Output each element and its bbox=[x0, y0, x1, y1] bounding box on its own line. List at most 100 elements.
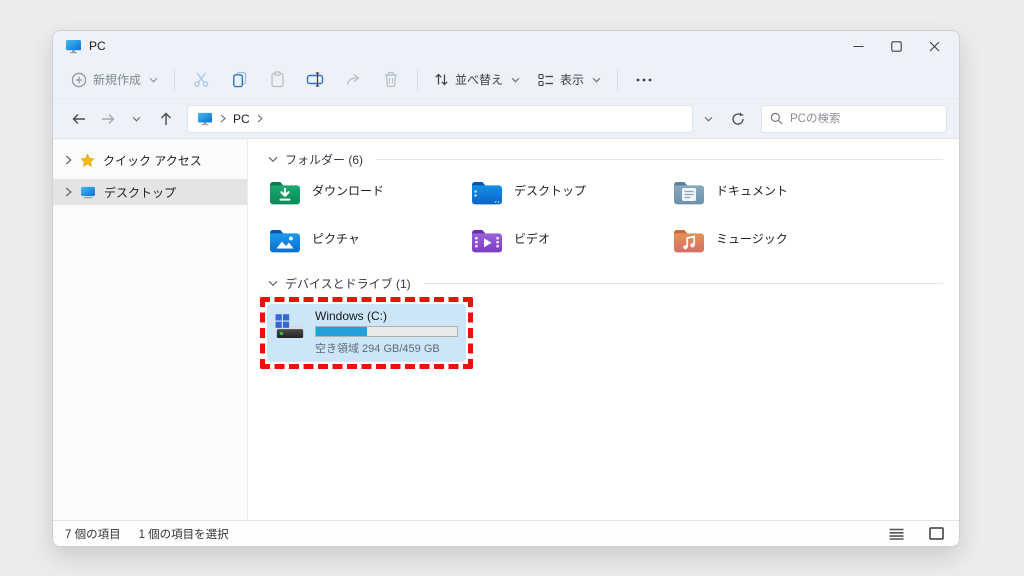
sort-button-label: 並べ替え bbox=[455, 71, 503, 88]
arrow-left-icon bbox=[71, 111, 87, 127]
pc-monitor-icon bbox=[65, 39, 82, 54]
rename-button[interactable] bbox=[297, 65, 333, 95]
maximize-button[interactable] bbox=[877, 32, 915, 60]
window-title: PC bbox=[89, 39, 106, 53]
chevron-down-icon bbox=[149, 77, 158, 83]
toolbar-divider bbox=[174, 70, 175, 90]
annotation-red-dashed-box: Windows (C:) 空き領域 294 GB/459 GB bbox=[260, 297, 473, 369]
arrow-up-icon bbox=[158, 111, 174, 127]
drive-name: Windows (C:) bbox=[315, 309, 458, 324]
folder-name: ドキュメント bbox=[716, 182, 788, 199]
folders-grid: ダウンロード デスクトップ bbox=[268, 179, 943, 261]
refresh-button[interactable] bbox=[724, 105, 751, 133]
more-options-button[interactable] bbox=[626, 65, 662, 95]
chevron-down-icon bbox=[704, 116, 713, 122]
copy-button[interactable] bbox=[221, 65, 257, 95]
copy-icon bbox=[231, 71, 248, 88]
search-field-container[interactable] bbox=[761, 105, 947, 133]
explorer-window: PC 新規作成 bbox=[52, 30, 960, 547]
trash-icon bbox=[383, 71, 399, 88]
item-count: 7 個の項目 bbox=[65, 526, 121, 542]
paste-button[interactable] bbox=[259, 65, 295, 95]
plus-circle-icon bbox=[71, 72, 87, 88]
details-view-icon bbox=[889, 528, 904, 540]
search-input[interactable] bbox=[790, 113, 920, 125]
music-folder-icon bbox=[672, 227, 706, 255]
view-button-label: 表示 bbox=[560, 71, 584, 88]
sidebar-item-quick-access[interactable]: クイック アクセス bbox=[53, 147, 247, 173]
paste-icon bbox=[269, 71, 286, 88]
star-icon bbox=[80, 153, 95, 168]
chevron-down-icon bbox=[511, 77, 520, 83]
documents-folder-icon bbox=[672, 179, 706, 207]
large-icons-view-toggle[interactable] bbox=[925, 524, 947, 544]
section-divider bbox=[424, 283, 943, 284]
pictures-folder-icon bbox=[268, 227, 302, 255]
chevron-down-icon bbox=[132, 116, 141, 122]
address-dropdown-button[interactable] bbox=[695, 105, 722, 133]
minimize-button[interactable] bbox=[839, 32, 877, 60]
large-icons-view-icon bbox=[929, 527, 944, 540]
chevron-right-icon[interactable] bbox=[65, 187, 72, 197]
pc-monitor-icon[interactable] bbox=[197, 112, 213, 126]
folder-tile-pictures[interactable]: ピクチャ bbox=[268, 227, 470, 261]
desktop-folder-icon bbox=[470, 179, 504, 207]
delete-button[interactable] bbox=[373, 65, 409, 95]
downloads-folder-icon bbox=[268, 179, 302, 207]
address-bar-row: PC bbox=[53, 99, 959, 139]
capacity-bar bbox=[315, 326, 458, 337]
capacity-bar-fill bbox=[316, 327, 367, 336]
folders-section-header[interactable]: フォルダー (6) bbox=[260, 151, 943, 168]
arrow-right-icon bbox=[100, 111, 116, 127]
sort-arrows-icon bbox=[434, 72, 449, 87]
chevron-down-icon[interactable] bbox=[268, 280, 278, 287]
folder-tile-music[interactable]: ミュージック bbox=[672, 227, 874, 261]
folder-tile-downloads[interactable]: ダウンロード bbox=[268, 179, 470, 213]
view-button[interactable]: 表示 bbox=[530, 66, 609, 93]
recent-locations-button[interactable] bbox=[123, 105, 150, 133]
sidebar-item-label: デスクトップ bbox=[104, 184, 176, 201]
refresh-icon bbox=[731, 112, 745, 126]
folder-tile-desktop[interactable]: デスクトップ bbox=[470, 179, 672, 213]
devices-section-title: デバイスとドライブ (1) bbox=[285, 275, 411, 292]
folder-tile-videos[interactable]: ビデオ bbox=[470, 227, 672, 261]
folder-name: ミュージック bbox=[716, 230, 788, 247]
drive-tile-windows-c[interactable]: Windows (C:) 空き領域 294 GB/459 GB bbox=[267, 304, 466, 362]
folder-name: デスクトップ bbox=[514, 182, 586, 199]
share-icon bbox=[345, 71, 362, 88]
new-button[interactable]: 新規作成 bbox=[63, 66, 166, 93]
videos-folder-icon bbox=[470, 227, 504, 255]
view-options-icon bbox=[538, 73, 554, 87]
status-bar: 7 個の項目 1 個の項目を選択 bbox=[53, 520, 959, 546]
close-button[interactable] bbox=[915, 32, 953, 60]
sidebar-item-desktop[interactable]: デスクトップ bbox=[53, 179, 247, 205]
new-button-label: 新規作成 bbox=[93, 71, 141, 88]
folder-name: ピクチャ bbox=[312, 230, 360, 247]
chevron-down-icon[interactable] bbox=[268, 156, 278, 163]
sort-button[interactable]: 並べ替え bbox=[426, 66, 528, 93]
folders-section-title: フォルダー (6) bbox=[285, 151, 363, 168]
breadcrumb-separator-icon[interactable] bbox=[257, 114, 263, 123]
back-button[interactable] bbox=[65, 105, 92, 133]
share-button[interactable] bbox=[335, 65, 371, 95]
breadcrumb-item-pc[interactable]: PC bbox=[233, 112, 250, 126]
search-icon bbox=[770, 112, 783, 125]
details-view-toggle[interactable] bbox=[885, 524, 907, 544]
file-list-pane: フォルダー (6) ダウンロード bbox=[248, 139, 959, 520]
breadcrumb[interactable]: PC bbox=[187, 105, 693, 133]
sidebar-item-label: クイック アクセス bbox=[103, 152, 202, 169]
devices-section: デバイスとドライブ (1) bbox=[268, 275, 943, 369]
toolbar-divider bbox=[617, 70, 618, 90]
up-button[interactable] bbox=[152, 105, 179, 133]
folder-tile-documents[interactable]: ドキュメント bbox=[672, 179, 874, 213]
ellipsis-icon bbox=[636, 78, 652, 82]
devices-section-header[interactable]: デバイスとドライブ (1) bbox=[260, 275, 943, 292]
breadcrumb-separator-icon bbox=[220, 114, 226, 123]
chevron-right-icon[interactable] bbox=[65, 155, 72, 165]
titlebar: PC bbox=[53, 31, 959, 61]
drive-free-space: 空き領域 294 GB/459 GB bbox=[315, 340, 458, 356]
cut-button[interactable] bbox=[183, 65, 219, 95]
selected-count: 1 個の項目を選択 bbox=[139, 526, 229, 542]
section-divider bbox=[376, 159, 943, 160]
forward-button[interactable] bbox=[94, 105, 121, 133]
